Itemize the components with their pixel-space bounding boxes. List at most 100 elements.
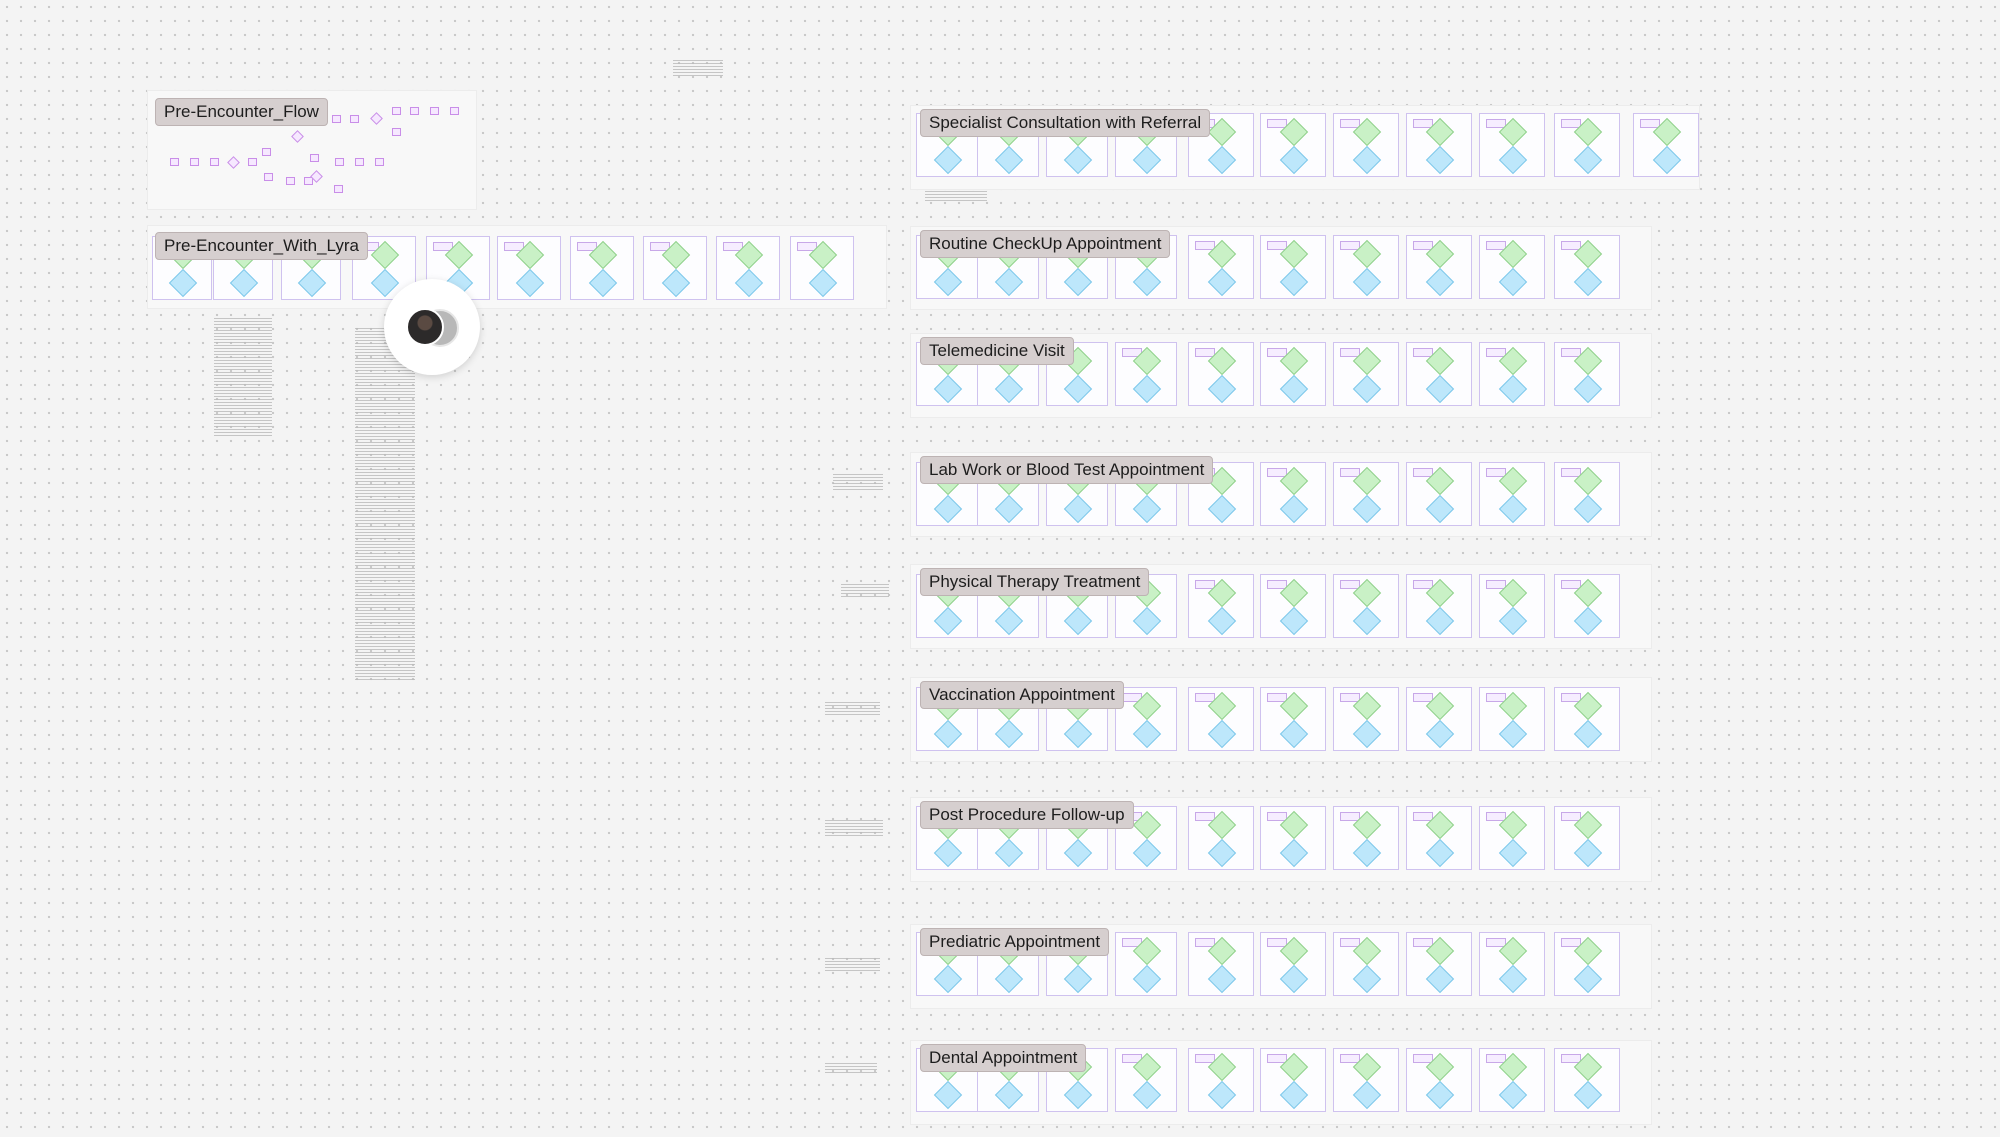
note-text-block [925,191,987,201]
decision-node [588,268,618,298]
flow-step-frame[interactable] [1260,462,1326,526]
flow-step-frame[interactable] [1633,113,1699,177]
decision-node [1498,374,1528,404]
flow-step-frame[interactable] [1333,235,1399,299]
flow-step-frame[interactable] [790,236,854,300]
decision-node [994,838,1024,868]
flow-step-frame[interactable] [570,236,634,300]
flow-step-frame[interactable] [497,236,561,300]
section-label-vaccination[interactable]: Vaccination Appointment [920,681,1124,709]
flow-step-frame[interactable] [1406,462,1472,526]
flow-step-frame[interactable] [1479,1048,1545,1112]
flow-step-frame[interactable] [1260,342,1326,406]
flow-step-frame[interactable] [1260,1048,1326,1112]
decision-node [1063,719,1093,749]
flow-step-frame[interactable] [1406,1048,1472,1112]
flow-step-frame[interactable] [1115,687,1177,751]
flow-step-frame[interactable] [1115,932,1177,996]
section-label-physical-therapy[interactable]: Physical Therapy Treatment [920,568,1150,596]
section-label-pre-encounter-flow[interactable]: Pre-Encounter_Flow [155,98,328,126]
flow-step-frame[interactable] [1333,1048,1399,1112]
flow-step-frame[interactable] [1260,687,1326,751]
flow-step-frame[interactable] [1554,806,1620,870]
decision-node [1352,606,1382,636]
flow-step-frame[interactable] [1260,932,1326,996]
flow-step-frame[interactable] [1406,687,1472,751]
flow-step-frame[interactable] [643,236,707,300]
flow-step-frame[interactable] [1554,1048,1620,1112]
section-label-dental[interactable]: Dental Appointment [920,1044,1087,1072]
decision-node [1425,1080,1455,1110]
section-label-post-procedure[interactable]: Post Procedure Follow-up [920,801,1134,829]
flow-step-frame[interactable] [1260,806,1326,870]
flow-step-frame[interactable] [1333,342,1399,406]
flow-step-frame[interactable] [1479,687,1545,751]
flow-step-frame[interactable] [1479,235,1545,299]
flow-step-frame[interactable] [1406,342,1472,406]
flow-step-frame[interactable] [1554,932,1620,996]
flow-step-frame[interactable] [1333,113,1399,177]
decision-node [661,268,691,298]
flow-step-frame[interactable] [1554,462,1620,526]
mini-flow-node [335,158,344,166]
decision-node [1352,1080,1382,1110]
flow-step-frame[interactable] [1260,574,1326,638]
decision-node [1063,964,1093,994]
flow-step-frame[interactable] [1260,235,1326,299]
flow-step-frame[interactable] [1406,113,1472,177]
flow-step-frame[interactable] [1115,1048,1177,1112]
decision-node [1279,1080,1309,1110]
flow-step-frame[interactable] [1188,932,1254,996]
flow-step-frame[interactable] [1479,932,1545,996]
flow-step-frame[interactable] [716,236,780,300]
decision-node [1279,374,1309,404]
section-label-pre-encounter-with-lyra[interactable]: Pre-Encounter_With_Lyra [155,232,368,260]
flow-step-frame[interactable] [1115,342,1177,406]
decision-node [994,719,1024,749]
flow-step-frame[interactable] [1260,113,1326,177]
flow-step-frame[interactable] [1406,932,1472,996]
flow-step-frame[interactable] [1479,806,1545,870]
collaborator-avatar-bubble[interactable] [384,279,480,375]
flow-step-frame[interactable] [1333,462,1399,526]
flow-step-frame[interactable] [1479,342,1545,406]
flow-step-frame[interactable] [1554,574,1620,638]
note-text-block [355,328,415,680]
flow-step-frame[interactable] [1188,687,1254,751]
flow-step-frame[interactable] [1479,574,1545,638]
flow-step-frame[interactable] [1188,574,1254,638]
flow-step-frame[interactable] [1333,806,1399,870]
section-label-prediatric[interactable]: Prediatric Appointment [920,928,1110,956]
mini-flow-node [248,158,257,166]
section-label-telemedicine-visit[interactable]: Telemedicine Visit [920,337,1074,365]
flow-step-frame[interactable] [1554,342,1620,406]
decision-node [1573,719,1603,749]
flow-step-frame[interactable] [1406,574,1472,638]
decision-node [1425,964,1455,994]
section-label-specialist-consultation[interactable]: Specialist Consultation with Referral [920,109,1211,137]
mini-flow-node [170,158,179,166]
decision-node [1573,374,1603,404]
flow-step-frame[interactable] [1333,932,1399,996]
decision-node [994,374,1024,404]
flow-step-frame[interactable] [1554,113,1620,177]
flow-step-frame[interactable] [1554,687,1620,751]
flow-step-frame[interactable] [1188,342,1254,406]
flow-step-frame[interactable] [1479,462,1545,526]
flow-step-frame[interactable] [1333,687,1399,751]
decision-node [1063,267,1093,297]
flow-step-frame[interactable] [1554,235,1620,299]
section-label-lab-work[interactable]: Lab Work or Blood Test Appointment [920,456,1214,484]
flow-step-frame[interactable] [1188,806,1254,870]
whiteboard-canvas[interactable]: Pre-Encounter_Flow Pre-Encounter_With_Ly… [0,0,2000,1137]
section-label-routine-checkup[interactable]: Routine CheckUp Appointment [920,230,1171,258]
decision-node [994,964,1024,994]
flow-step-frame[interactable] [1333,574,1399,638]
flow-step-frame[interactable] [1406,806,1472,870]
flow-step-frame[interactable] [1188,235,1254,299]
flow-step-frame[interactable] [1188,1048,1254,1112]
decision-node [933,606,963,636]
flow-step-frame[interactable] [1406,235,1472,299]
user-avatar-icon[interactable] [406,308,444,346]
flow-step-frame[interactable] [1479,113,1545,177]
